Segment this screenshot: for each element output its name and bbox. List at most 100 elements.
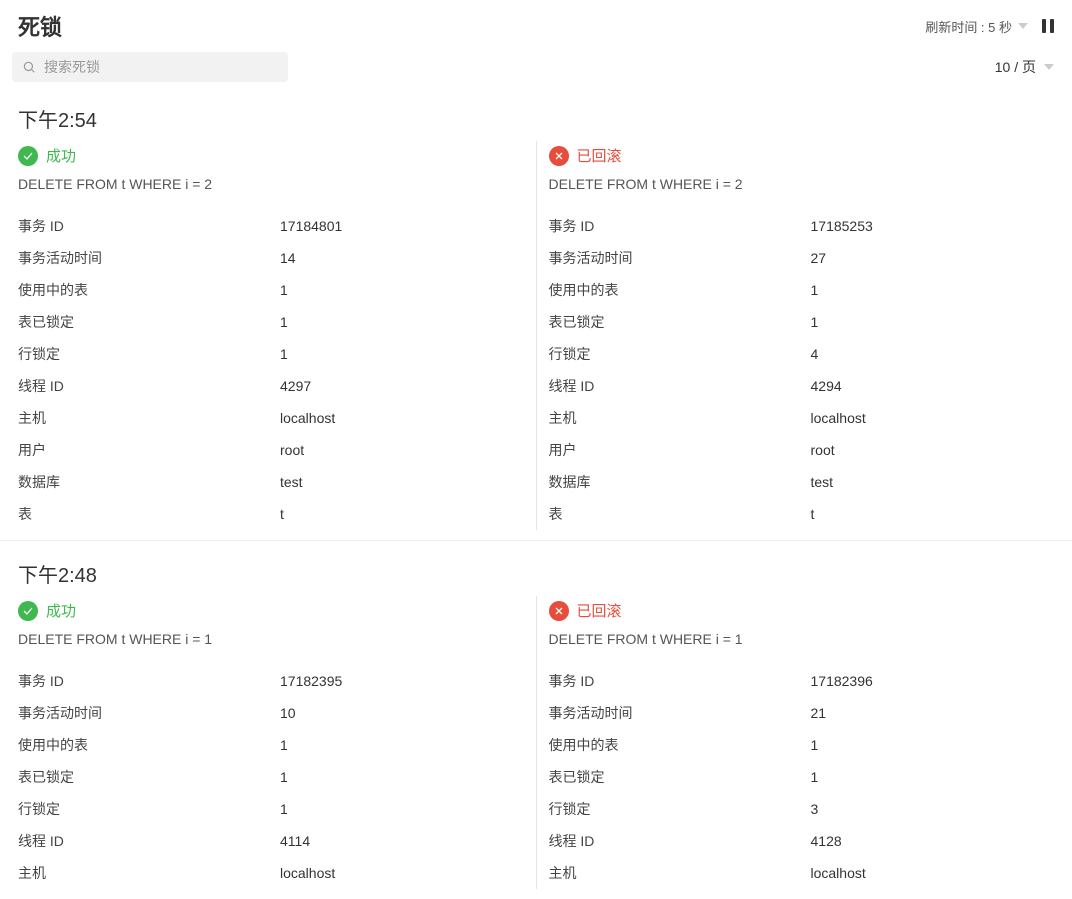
sql-statement: DELETE FROM t WHERE i = 2 bbox=[18, 176, 524, 192]
kv-value: 1 bbox=[811, 282, 819, 298]
kv-value: 17184801 bbox=[280, 218, 342, 234]
kv-row-database: 数据库 test bbox=[18, 466, 524, 498]
kv-value: 1 bbox=[811, 769, 819, 785]
kv-value: 4128 bbox=[811, 833, 842, 849]
kv-label: 表已锁定 bbox=[18, 312, 280, 332]
kv-label: 使用中的表 bbox=[549, 280, 811, 300]
kv-row-txn_active_time: 事务活动时间 21 bbox=[549, 697, 1055, 729]
kv-value: 1 bbox=[280, 737, 288, 753]
kv-value: 4297 bbox=[280, 378, 311, 394]
kv-value: 3 bbox=[811, 801, 819, 817]
kv-value: 1 bbox=[280, 282, 288, 298]
kv-value: 4114 bbox=[280, 833, 310, 849]
kv-label: 表已锁定 bbox=[549, 767, 811, 787]
group-time: 下午2:54 bbox=[18, 104, 1054, 133]
caret-down-icon bbox=[1018, 23, 1028, 29]
kv-value: 1 bbox=[811, 314, 819, 330]
kv-row-tables_in_use: 使用中的表 1 bbox=[549, 274, 1055, 306]
kv-row-txn_id: 事务 ID 17184801 bbox=[18, 210, 524, 242]
kv-label: 线程 ID bbox=[549, 376, 811, 396]
kv-value: t bbox=[280, 506, 284, 522]
kv-row-thread_id: 线程 ID 4128 bbox=[549, 825, 1055, 857]
deadlock-side-right: 已回滚 DELETE FROM t WHERE i = 2 事务 ID 1718… bbox=[536, 141, 1055, 530]
search-icon bbox=[22, 60, 36, 74]
kv-label: 线程 ID bbox=[549, 831, 811, 851]
kv-row-user: 用户 root bbox=[549, 434, 1055, 466]
kv-value: localhost bbox=[811, 865, 866, 881]
kv-label: 数据库 bbox=[549, 472, 811, 492]
kv-label: 用户 bbox=[549, 440, 811, 460]
rolled-back-icon bbox=[549, 601, 569, 621]
kv-row-tables_locked: 表已锁定 1 bbox=[549, 306, 1055, 338]
refresh-interval-dropdown[interactable]: 刷新时间 : 5 秒 bbox=[925, 17, 1028, 36]
kv-row-rows_locked: 行锁定 3 bbox=[549, 793, 1055, 825]
kv-label: 事务活动时间 bbox=[549, 703, 811, 723]
kv-label: 行锁定 bbox=[549, 344, 811, 364]
kv-label: 主机 bbox=[18, 408, 280, 428]
group-time: 下午2:48 bbox=[18, 559, 1054, 588]
kv-row-rows_locked: 行锁定 1 bbox=[18, 338, 524, 370]
kv-row-database: 数据库 test bbox=[549, 466, 1055, 498]
page-size-dropdown[interactable]: 10 / 页 bbox=[995, 57, 1054, 77]
kv-value: 14 bbox=[280, 250, 296, 266]
kv-value: test bbox=[280, 474, 303, 490]
kv-row-tables_locked: 表已锁定 1 bbox=[18, 761, 524, 793]
page-size-label: 10 / 页 bbox=[995, 57, 1036, 77]
kv-row-rows_locked: 行锁定 1 bbox=[18, 793, 524, 825]
kv-row-txn_id: 事务 ID 17182395 bbox=[18, 665, 524, 697]
page-title: 死锁 bbox=[18, 10, 62, 42]
kv-row-table: 表 t bbox=[18, 498, 524, 530]
kv-value: 1 bbox=[280, 314, 288, 330]
kv-label: 表已锁定 bbox=[549, 312, 811, 332]
status-label: 成功 bbox=[46, 145, 76, 166]
kv-label: 表已锁定 bbox=[18, 767, 280, 787]
search-box[interactable] bbox=[12, 52, 288, 82]
kv-label: 事务活动时间 bbox=[549, 248, 811, 268]
kv-label: 行锁定 bbox=[549, 799, 811, 819]
caret-down-icon bbox=[1044, 64, 1054, 70]
kv-row-rows_locked: 行锁定 4 bbox=[549, 338, 1055, 370]
kv-row-tables_in_use: 使用中的表 1 bbox=[549, 729, 1055, 761]
sql-statement: DELETE FROM t WHERE i = 2 bbox=[549, 176, 1055, 192]
kv-label: 事务 ID bbox=[549, 216, 811, 236]
kv-value: 1 bbox=[280, 769, 288, 785]
kv-value: 27 bbox=[811, 250, 827, 266]
kv-value: localhost bbox=[280, 410, 335, 426]
kv-label: 数据库 bbox=[18, 472, 280, 492]
kv-value: root bbox=[811, 442, 835, 458]
kv-row-tables_in_use: 使用中的表 1 bbox=[18, 729, 524, 761]
kv-value: 17182395 bbox=[280, 673, 342, 689]
kv-row-txn_active_time: 事务活动时间 14 bbox=[18, 242, 524, 274]
kv-row-host: 主机 localhost bbox=[549, 402, 1055, 434]
kv-row-tables_locked: 表已锁定 1 bbox=[18, 306, 524, 338]
kv-label: 线程 ID bbox=[18, 376, 280, 396]
kv-label: 主机 bbox=[549, 863, 811, 883]
success-icon bbox=[18, 146, 38, 166]
kv-row-txn_id: 事务 ID 17185253 bbox=[549, 210, 1055, 242]
kv-value: 4294 bbox=[811, 378, 842, 394]
kv-value: 17182396 bbox=[811, 673, 873, 689]
kv-value: 1 bbox=[280, 801, 288, 817]
kv-value: 4 bbox=[811, 346, 819, 362]
deadlock-side-right: 已回滚 DELETE FROM t WHERE i = 1 事务 ID 1718… bbox=[536, 596, 1055, 889]
kv-row-user: 用户 root bbox=[18, 434, 524, 466]
kv-label: 主机 bbox=[18, 863, 280, 883]
kv-value: 1 bbox=[811, 737, 819, 753]
kv-value: t bbox=[811, 506, 815, 522]
kv-label: 线程 ID bbox=[18, 831, 280, 851]
status-label: 成功 bbox=[46, 600, 76, 621]
deadlock-group: 下午2:54 成功 DELETE FROM t WHERE i = 2 事务 I… bbox=[0, 86, 1072, 540]
kv-value: localhost bbox=[811, 410, 866, 426]
kv-value: 10 bbox=[280, 705, 296, 721]
pause-button[interactable] bbox=[1042, 19, 1054, 33]
kv-value: 1 bbox=[280, 346, 288, 362]
kv-row-txn_active_time: 事务活动时间 10 bbox=[18, 697, 524, 729]
deadlock-side-left: 成功 DELETE FROM t WHERE i = 2 事务 ID 17184… bbox=[18, 141, 536, 530]
kv-value: 17185253 bbox=[811, 218, 873, 234]
kv-label: 事务 ID bbox=[549, 671, 811, 691]
kv-row-host: 主机 localhost bbox=[549, 857, 1055, 889]
kv-value: localhost bbox=[280, 865, 335, 881]
search-input[interactable] bbox=[44, 59, 278, 75]
kv-label: 表 bbox=[549, 504, 811, 524]
kv-label: 使用中的表 bbox=[18, 280, 280, 300]
